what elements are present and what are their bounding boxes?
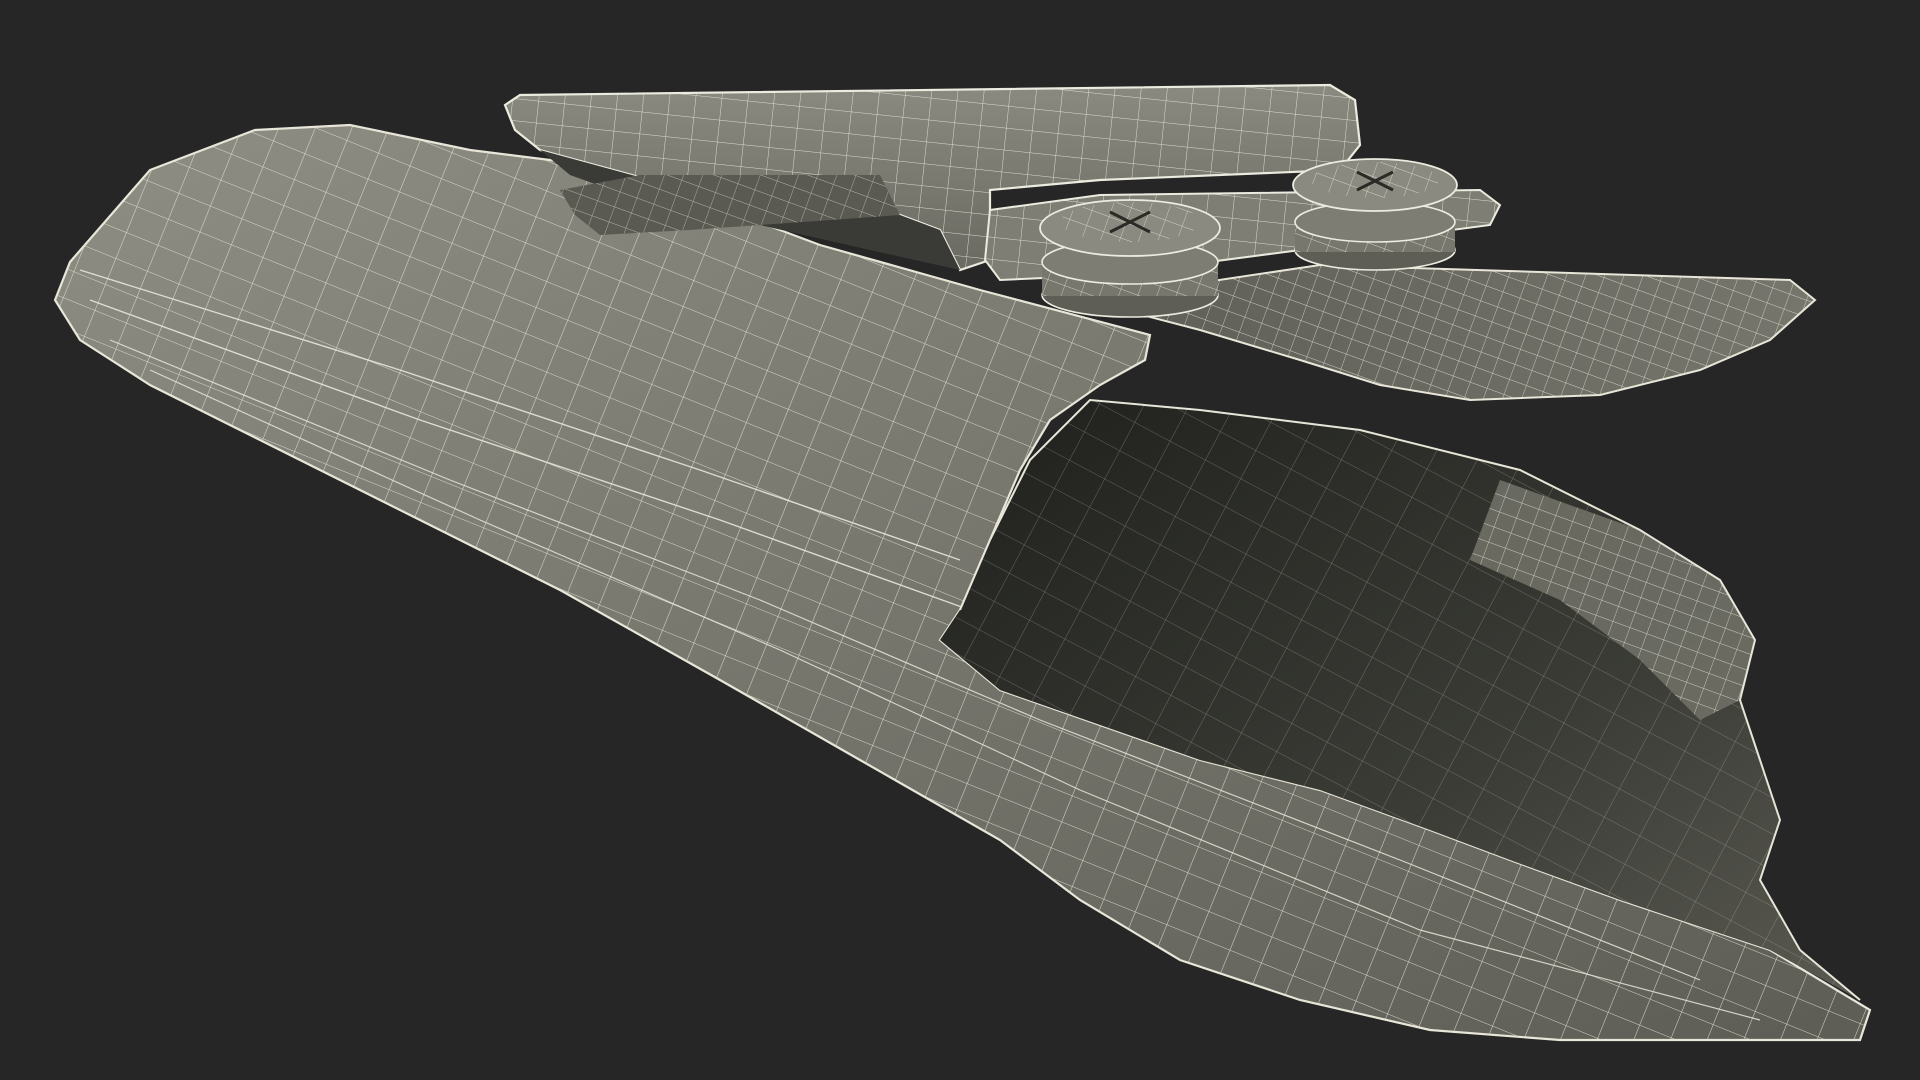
- screw-left: [1039, 199, 1221, 318]
- screw-right: [1292, 158, 1458, 271]
- viewport-render: [0, 0, 1920, 1080]
- holster-wireframe-render: [53, 83, 1872, 1042]
